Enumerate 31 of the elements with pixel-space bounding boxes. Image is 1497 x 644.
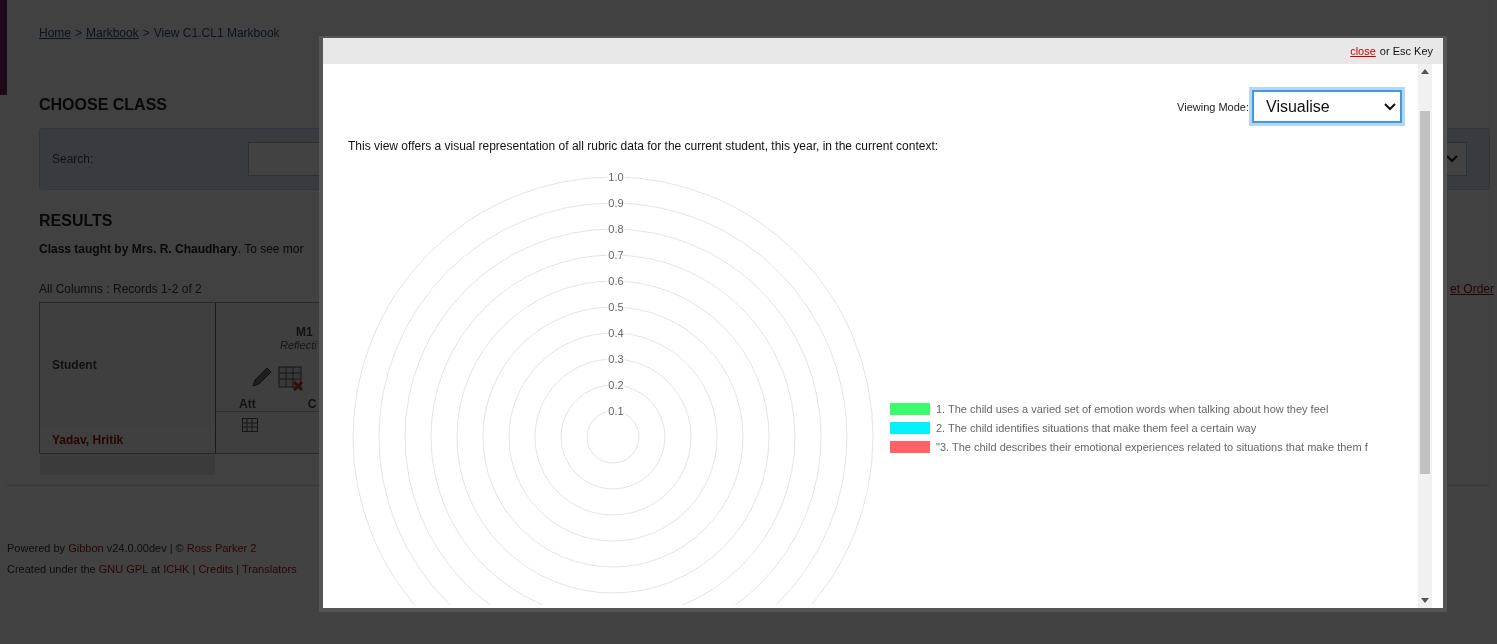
breadcrumb-separator: > [75,26,83,40]
intro-text: This view offers a visual representation of all rubric data for the current student, this year, in the current context: [348,139,940,153]
footer-link[interactable]: Translators [242,563,297,575]
section-heading: RESULTS [39,212,113,230]
tick-label: 1.0 [608,171,624,183]
footer-link[interactable]: Credits [198,563,234,575]
tick-label: 0.8 [608,223,624,235]
tick-label: 0.7 [608,249,624,261]
footer-text: | [191,563,197,575]
footer-link[interactable]: GNU GPL [98,563,148,575]
footer-link[interactable]: Ross Parker 2 [186,542,257,554]
close-link[interactable]: close [1350,45,1376,57]
legend-label: 2. The child identifies situations that make them feel a certain way [936,422,1257,434]
tick-label: 0.3 [608,353,624,365]
tick-label: 0.1 [608,405,624,417]
tick-label: 0.2 [608,379,624,391]
footer-link[interactable]: Gibbon [68,542,104,554]
section-heading: CHOOSE CLASS [39,96,167,114]
legend-label: "3. The child describes their emotional experiences related to situations that make them f [936,441,1368,453]
footer-text: | [235,563,241,575]
order-link[interactable]: et Order [1450,282,1494,296]
close-hint: or Esc Key [1379,45,1433,57]
viewing-mode-label: Viewing Mode: [1177,100,1249,113]
tick-label: 0.5 [608,301,624,313]
tick-label: 0.6 [608,275,624,287]
footer-link[interactable]: ICHK [163,563,190,575]
legend-label: 1. The child uses a varied set of emotion words when talking about how they feel [936,403,1329,415]
tick-label: 0.4 [608,327,624,339]
tick-label: 0.9 [608,197,624,209]
breadcrumb-separator: > [142,26,150,40]
viewing-mode-select[interactable]: Visualise [1252,90,1402,123]
